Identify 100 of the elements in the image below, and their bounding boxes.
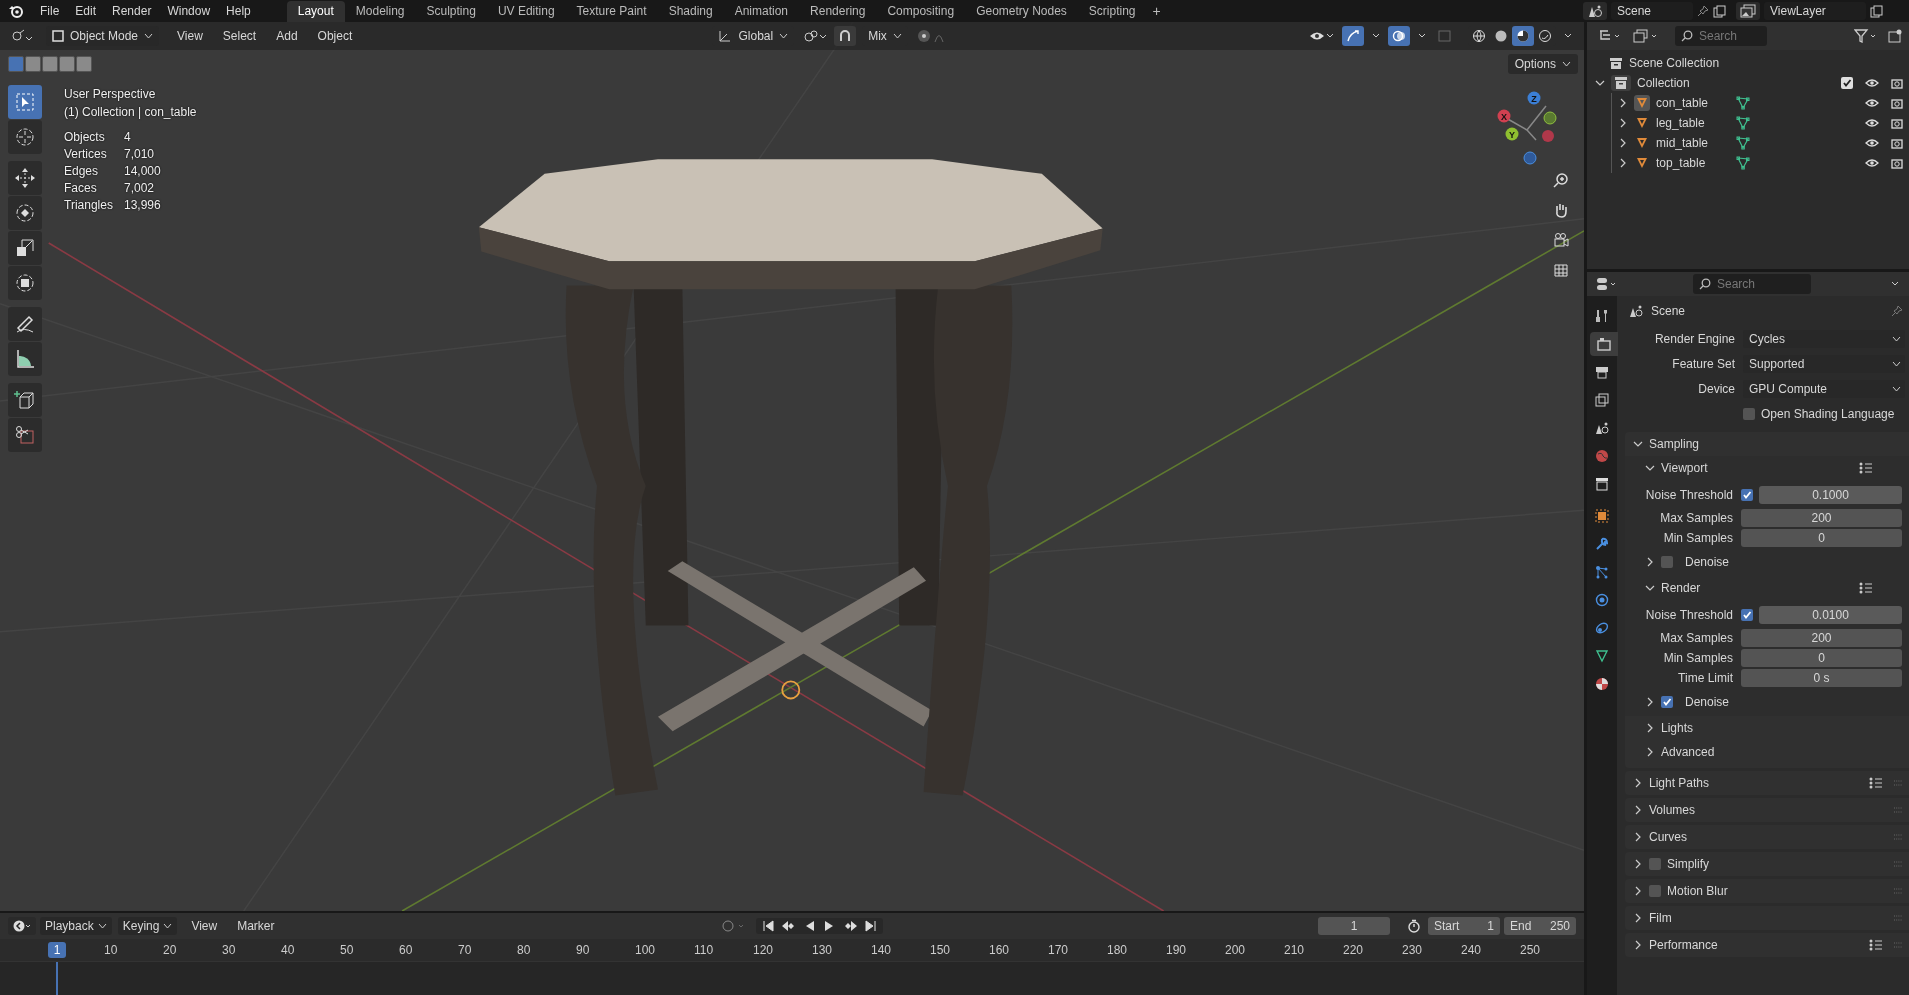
negative-z-handle[interactable]: [1523, 151, 1537, 165]
workspace-tab[interactable]: Sculpting: [415, 0, 487, 22]
presets-icon[interactable]: [1859, 582, 1873, 594]
x-axis-handle[interactable]: X: [1497, 109, 1511, 123]
drag-handle-icon[interactable]: [1893, 834, 1903, 840]
tree-item[interactable]: leg_table: [1656, 116, 1730, 130]
number-field[interactable]: 0: [1741, 529, 1902, 547]
tree-item[interactable]: Collection: [1637, 76, 1690, 90]
copy-icon[interactable]: [1713, 4, 1726, 18]
tree-item[interactable]: top_table: [1656, 156, 1730, 170]
scale-tool-button[interactable]: [8, 231, 42, 265]
y-axis-handle[interactable]: Y: [1505, 127, 1519, 141]
tree-item[interactable]: mid_table: [1656, 136, 1730, 150]
drag-handle-icon[interactable]: [1893, 780, 1903, 786]
mesh-data-icon[interactable]: [1736, 116, 1750, 130]
options-dropdown[interactable]: Options: [1507, 54, 1578, 74]
eye-icon[interactable]: [1865, 98, 1879, 108]
checkbox[interactable]: [1741, 489, 1753, 501]
chevron-icon[interactable]: [1595, 78, 1605, 88]
panel-header[interactable]: Sampling: [1625, 432, 1909, 456]
camera-icon[interactable]: [1891, 97, 1903, 109]
menu-item[interactable]: File: [32, 4, 68, 18]
hand-icon[interactable]: [1553, 202, 1569, 218]
subpanel-header[interactable]: Lights: [1645, 721, 1694, 735]
end-frame-field[interactable]: End 250: [1504, 917, 1576, 935]
workspace-tab[interactable]: UV Editing: [486, 0, 566, 22]
workspace-tab[interactable]: Animation: [723, 0, 800, 22]
menu-item[interactable]: Render: [104, 4, 160, 18]
drag-handle-icon[interactable]: [1893, 861, 1903, 867]
eye-icon[interactable]: [1865, 158, 1879, 168]
workspace-tab[interactable]: Shading: [657, 0, 724, 22]
presets-icon[interactable]: [1859, 462, 1873, 474]
cursor-tool-button[interactable]: [8, 120, 42, 154]
mesh-data-icon[interactable]: [1736, 96, 1750, 110]
view-layer-browse-button[interactable]: [1736, 2, 1760, 20]
negative-y-handle[interactable]: [1543, 111, 1557, 125]
start-frame-field[interactable]: Start 1: [1428, 917, 1500, 935]
menu-item[interactable]: View: [169, 29, 211, 43]
negative-x-handle[interactable]: [1542, 130, 1554, 142]
playhead[interactable]: 1: [48, 942, 66, 958]
mesh-data-icon[interactable]: [1736, 136, 1750, 150]
jump-end-icon[interactable]: [864, 920, 877, 932]
camera-icon[interactable]: [1891, 137, 1903, 149]
mesh-object-icon[interactable]: [1634, 95, 1650, 111]
drag-handle-icon[interactable]: [1893, 888, 1903, 894]
dropdown[interactable]: Cycles: [1743, 329, 1905, 348]
zoom-icon[interactable]: [1553, 172, 1569, 188]
checkbox[interactable]: [1741, 609, 1753, 621]
workspace-tab[interactable]: Layout: [286, 0, 345, 22]
jump-start-icon[interactable]: [761, 920, 774, 932]
material-shading-button[interactable]: [1512, 26, 1534, 46]
chevron-icon[interactable]: [1618, 98, 1628, 108]
add-cube-tool-button[interactable]: [8, 383, 42, 417]
camera-icon[interactable]: [1891, 117, 1903, 129]
pivot-icon[interactable]: [803, 29, 828, 43]
add-workspace-button[interactable]: +: [1146, 1, 1167, 22]
camera-icon[interactable]: [1891, 157, 1903, 169]
search-field[interactable]: Search: [1675, 26, 1767, 46]
menu-item[interactable]: Window: [159, 4, 219, 18]
subpanel-header[interactable]: Denoise: [1685, 695, 1730, 709]
render-tab[interactable]: [1590, 332, 1618, 356]
editor-type-button[interactable]: [8, 917, 36, 935]
presets-icon[interactable]: [1869, 777, 1883, 789]
dropdown[interactable]: GPU Compute: [1743, 379, 1905, 398]
checkbox[interactable]: [1743, 407, 1755, 420]
stopwatch-icon[interactable]: [1407, 919, 1421, 933]
new-collection-icon[interactable]: [1888, 29, 1902, 43]
checkbox[interactable]: [1661, 556, 1673, 568]
transform-tool-button[interactable]: [8, 266, 42, 300]
editor-type-icon[interactable]: [11, 29, 33, 43]
tree-item[interactable]: con_table: [1656, 96, 1730, 110]
number-field[interactable]: 0 s: [1741, 669, 1902, 687]
eye-icon[interactable]: [1865, 78, 1879, 88]
scissors-tool-button[interactable]: [8, 418, 42, 452]
chevron-icon[interactable]: [1618, 138, 1628, 148]
subpanel-header[interactable]: Viewport: [1645, 461, 1708, 475]
number-field[interactable]: 0.0100: [1759, 606, 1902, 624]
drag-handle-icon[interactable]: [1893, 942, 1903, 948]
z-axis-handle[interactable]: Z: [1527, 91, 1541, 105]
subpanel-header[interactable]: Advanced: [1645, 745, 1715, 759]
menu-item[interactable]: Add: [268, 29, 306, 43]
camera-icon[interactable]: [1553, 232, 1569, 248]
pin-icon[interactable]: [1697, 5, 1709, 17]
checkbox[interactable]: [1661, 696, 1673, 708]
view-layer-field[interactable]: ViewLayer: [1764, 2, 1866, 20]
play-icon[interactable]: [822, 920, 835, 932]
scene-browse-button[interactable]: [1583, 2, 1607, 20]
presets-icon[interactable]: [1869, 939, 1883, 951]
subpanel-header[interactable]: Render: [1645, 581, 1701, 595]
panel-header[interactable]: Film: [1625, 906, 1672, 930]
chevron-icon[interactable]: [1645, 557, 1655, 567]
number-field[interactable]: 200: [1741, 509, 1902, 527]
workspace-tab[interactable]: Geometry Nodes: [965, 0, 1078, 22]
checkbox-label[interactable]: Open Shading Language: [1761, 406, 1895, 421]
scene-field[interactable]: Scene: [1611, 2, 1693, 20]
workspace-tab[interactable]: Modeling: [344, 0, 416, 22]
current-frame-field[interactable]: 1: [1318, 917, 1390, 935]
workspace-tab[interactable]: Rendering: [799, 0, 877, 22]
checkbox[interactable]: [1649, 885, 1661, 897]
menu-item[interactable]: View: [183, 919, 226, 933]
